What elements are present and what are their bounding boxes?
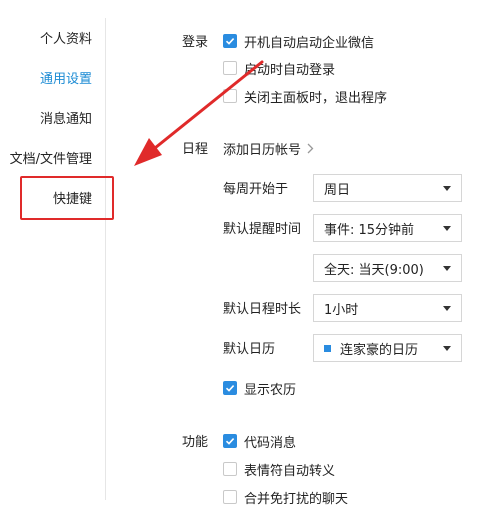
chevron-right-icon	[307, 143, 314, 153]
check-icon	[225, 438, 235, 445]
default-calendar-value: 连家豪的日历	[340, 342, 419, 358]
check-icon	[225, 385, 235, 392]
merge-muted-chats-label: 合并免打扰的聊天	[244, 491, 349, 507]
code-message-option[interactable]: 代码消息	[223, 431, 296, 451]
default-calendar-label: 默认日历	[223, 342, 276, 357]
week-start-select[interactable]: 周日	[313, 174, 462, 202]
default-calendar-select[interactable]: 连家豪的日历	[313, 334, 462, 362]
dropdown-caret-icon	[443, 226, 451, 231]
dropdown-caret-icon	[443, 306, 451, 311]
auto-start-option[interactable]: 开机自动启动企业微信	[223, 31, 374, 51]
merge-muted-chats-option[interactable]: 合并免打扰的聊天	[223, 487, 348, 507]
reminder-allday-value: 全天: 当天(9:00)	[324, 262, 424, 278]
duration-label: 默认日程时长	[223, 302, 302, 317]
login-section-label: 登录	[182, 35, 209, 50]
quit-on-close-checkbox[interactable]	[223, 89, 237, 103]
duration-value: 1小时	[324, 302, 359, 318]
sidebar-item-file-management[interactable]: 文档/文件管理	[10, 150, 92, 170]
sidebar-item-notifications[interactable]: 消息通知	[40, 110, 92, 130]
dropdown-caret-icon	[443, 346, 451, 351]
sidebar-item-general-settings[interactable]: 通用设置	[40, 70, 92, 90]
add-calendar-account-link[interactable]: 添加日历帐号	[223, 138, 314, 158]
auto-start-checkbox[interactable]	[223, 34, 237, 48]
reminder-event-select[interactable]: 事件: 15分钟前	[313, 214, 462, 242]
auto-login-option[interactable]: 启动时自动登录	[223, 58, 335, 78]
emoji-escape-checkbox[interactable]	[223, 462, 237, 476]
show-lunar-option[interactable]: 显示农历	[223, 378, 296, 398]
annotation-highlight-box	[20, 176, 114, 220]
code-message-label: 代码消息	[244, 435, 297, 451]
show-lunar-label: 显示农历	[244, 382, 297, 398]
week-start-value: 周日	[324, 182, 351, 198]
calendar-color-icon	[324, 344, 331, 352]
merge-muted-chats-checkbox[interactable]	[223, 490, 237, 504]
quit-on-close-label: 关闭主面板时，退出程序	[244, 90, 388, 106]
sidebar: 个人资料 通用设置 消息通知 文档/文件管理 快捷键	[0, 0, 106, 500]
emoji-escape-label: 表情符自动转义	[244, 463, 336, 479]
sidebar-item-profile[interactable]: 个人资料	[40, 30, 92, 50]
features-section-label: 功能	[182, 435, 209, 450]
code-message-checkbox[interactable]	[223, 434, 237, 448]
auto-login-checkbox[interactable]	[223, 61, 237, 75]
reminder-event-value: 事件: 15分钟前	[324, 222, 415, 238]
sidebar-divider	[105, 18, 106, 500]
week-start-label: 每周开始于	[223, 182, 289, 197]
add-calendar-account-label: 添加日历帐号	[223, 142, 302, 158]
duration-select[interactable]: 1小时	[313, 294, 462, 322]
show-lunar-checkbox[interactable]	[223, 381, 237, 395]
schedule-section-label: 日程	[182, 142, 209, 157]
emoji-escape-option[interactable]: 表情符自动转义	[223, 459, 335, 479]
quit-on-close-option[interactable]: 关闭主面板时，退出程序	[223, 86, 387, 106]
auto-login-label: 启动时自动登录	[244, 62, 336, 78]
dropdown-caret-icon	[443, 266, 451, 271]
dropdown-caret-icon	[443, 186, 451, 191]
reminder-allday-select[interactable]: 全天: 当天(9:00)	[313, 254, 462, 282]
reminder-label: 默认提醒时间	[223, 222, 302, 237]
check-icon	[225, 38, 235, 45]
auto-start-label: 开机自动启动企业微信	[244, 35, 375, 51]
